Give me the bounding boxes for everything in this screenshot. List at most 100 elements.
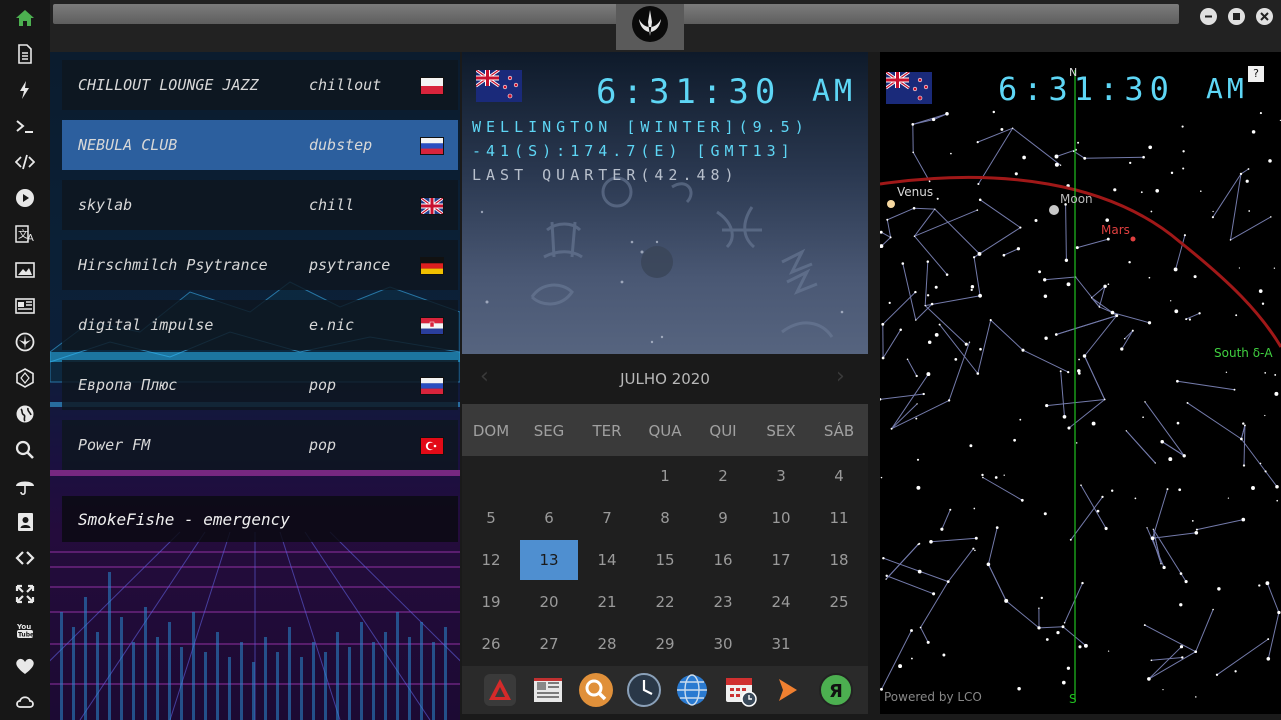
weekday-label: SEG	[533, 422, 565, 440]
anydesk-icon[interactable]	[482, 672, 518, 708]
calendar-day[interactable]: 14	[578, 540, 636, 580]
calendar-day[interactable]: 28	[578, 624, 636, 664]
calendar-day[interactable]: 18	[810, 540, 868, 580]
globe-icon[interactable]	[0, 396, 50, 432]
calendar-day[interactable]: 23	[694, 582, 752, 622]
calendar-day[interactable]: 12	[462, 540, 520, 580]
contact-icon[interactable]	[0, 504, 50, 540]
station-item[interactable]: digital impulse e.nic	[62, 300, 458, 350]
station-item[interactable]: Европа Плюс pop	[62, 360, 458, 410]
station-genre: dubstep	[309, 136, 373, 154]
calendar-day[interactable]: 30	[694, 624, 752, 664]
calendar-day[interactable]: 11	[810, 498, 868, 538]
star	[1195, 528, 1198, 531]
calendar-day[interactable]: 7	[578, 498, 636, 538]
calendar-day[interactable]: 8	[636, 498, 694, 538]
calendar-day[interactable]: 10	[752, 498, 810, 538]
next-month-button[interactable]: ›	[836, 364, 845, 389]
minimize-button[interactable]	[1200, 8, 1217, 25]
calendar-app-icon[interactable]	[722, 672, 758, 708]
constellation-line	[1144, 401, 1185, 457]
station-item[interactable]: Power FM pop	[62, 420, 458, 470]
calendar-day[interactable]: 21	[578, 582, 636, 622]
constellation-line	[1144, 624, 1196, 653]
constellation-line	[982, 477, 1023, 501]
constellation-line	[920, 581, 949, 628]
mars-marker[interactable]	[1130, 236, 1136, 242]
star	[1147, 677, 1151, 681]
star	[1276, 499, 1279, 502]
star	[1125, 430, 1127, 432]
calendar-day[interactable]: 3	[752, 456, 810, 496]
calendar-day[interactable]: 2	[694, 456, 752, 496]
calendar-day-today[interactable]: 13	[520, 540, 578, 580]
rebel-icon[interactable]	[0, 324, 50, 360]
star	[1176, 379, 1179, 383]
constellation-line	[979, 199, 1021, 229]
star	[994, 476, 998, 479]
calendar-day[interactable]: 16	[694, 540, 752, 580]
lightning-icon[interactable]	[0, 72, 50, 108]
constellation-line	[934, 208, 980, 255]
help-button[interactable]: ?	[1248, 66, 1264, 82]
station-item[interactable]: Hirschmilch Psytrance psytrance	[62, 240, 458, 290]
rebel-logo[interactable]	[616, 4, 684, 50]
home-icon[interactable]	[0, 0, 50, 36]
news-icon[interactable]	[0, 288, 50, 324]
heart-icon[interactable]	[0, 648, 50, 684]
maximize-button[interactable]	[1228, 8, 1245, 25]
star	[972, 256, 976, 259]
news-app-icon[interactable]	[530, 672, 566, 708]
calendar-day[interactable]: 15	[636, 540, 694, 580]
search-icon[interactable]	[0, 432, 50, 468]
play-icon[interactable]	[0, 180, 50, 216]
calendar-day[interactable]: 17	[752, 540, 810, 580]
fullscreen-icon[interactable]	[0, 576, 50, 612]
star	[911, 123, 915, 126]
calendar-day[interactable]: 24	[752, 582, 810, 622]
star	[934, 333, 939, 337]
image-icon[interactable]	[0, 252, 50, 288]
calendar-day[interactable]: 27	[520, 624, 578, 664]
star	[1150, 659, 1153, 662]
link-icon[interactable]	[0, 540, 50, 576]
close-button[interactable]	[1256, 8, 1273, 25]
hexagon-icon[interactable]	[0, 360, 50, 396]
calendar-day[interactable]: 25	[810, 582, 868, 622]
star	[1034, 218, 1038, 223]
station-item-selected[interactable]: NEBULA CLUB dubstep	[62, 120, 458, 170]
station-item[interactable]: skylab chill	[62, 180, 458, 230]
arrow-app-icon[interactable]	[770, 672, 806, 708]
youtube-icon[interactable]: You Tube	[0, 612, 50, 648]
calendar-day[interactable]: 31	[752, 624, 810, 664]
star	[1234, 670, 1237, 673]
calendar-day[interactable]: 5	[462, 498, 520, 538]
document-icon[interactable]	[0, 36, 50, 72]
moon-marker[interactable]	[1049, 205, 1059, 215]
calendar-day[interactable]: 4	[810, 456, 868, 496]
yandex-icon[interactable]: Я	[818, 672, 854, 708]
code-icon[interactable]	[0, 144, 50, 180]
terminal-icon[interactable]	[0, 108, 50, 144]
venus-marker[interactable]	[887, 200, 895, 208]
calendar-day[interactable]: 20	[520, 582, 578, 622]
calendar-day[interactable]: 22	[636, 582, 694, 622]
calendar-day[interactable]: 1	[636, 456, 694, 496]
cloud-icon[interactable]	[0, 684, 50, 720]
calendar-day[interactable]: 19	[462, 582, 520, 622]
star	[1043, 294, 1048, 299]
star	[1134, 497, 1137, 500]
star	[926, 294, 930, 297]
station-item[interactable]: CHILLOUT LOUNGE JAZZ chillout	[62, 60, 458, 110]
globe-app-icon[interactable]	[674, 672, 710, 708]
sky-map[interactable]: 6:31:30 AM ? N S Venus Moon Mars South δ…	[880, 52, 1281, 714]
clock-app-icon[interactable]	[626, 672, 662, 708]
constellation-line	[1266, 583, 1280, 613]
calendar-day[interactable]: 6	[520, 498, 578, 538]
calendar-day[interactable]: 26	[462, 624, 520, 664]
calendar-day[interactable]: 9	[694, 498, 752, 538]
calendar-day[interactable]: 29	[636, 624, 694, 664]
umbrella-icon[interactable]	[0, 468, 50, 504]
search-app-icon[interactable]	[578, 672, 614, 708]
translate-icon[interactable]: 文A	[0, 216, 50, 252]
